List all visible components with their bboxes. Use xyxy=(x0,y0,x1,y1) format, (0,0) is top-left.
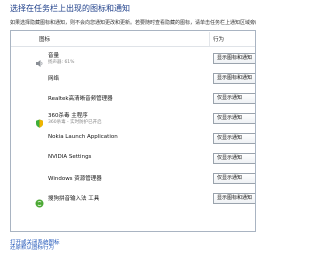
column-header-behavior: 行为 xyxy=(213,37,225,43)
column-header-icon: 图标 xyxy=(39,37,51,43)
row-description: 360杀毒 - 实时防护已开启 xyxy=(48,120,102,125)
behavior-select[interactable]: 仅显示通知 xyxy=(213,133,255,144)
table-row: NVIDIA Settings 仅显示通知 xyxy=(11,148,255,168)
explorer-icon xyxy=(35,173,44,182)
360-shield-icon xyxy=(35,113,44,128)
sogou-icon xyxy=(35,193,44,208)
row-name: 360杀毒 主程序 xyxy=(48,113,88,119)
nokia-icon xyxy=(35,133,44,142)
page-title: 选择在任务栏上出现的图标和通知 xyxy=(10,4,130,13)
select-value: 显示图标和通知 xyxy=(217,195,253,201)
table-row: 360杀毒 主程序 360杀毒 - 实时防护已开启 仅显示通知 xyxy=(11,108,255,128)
behavior-select[interactable]: 仅显示通知 xyxy=(213,113,255,124)
select-value: 仅显示通知 xyxy=(217,95,243,101)
icons-table: 图标 行为 音量 扬声器: 61% 显示图标和通知 网络 显示图标和通知 Rea… xyxy=(10,30,256,232)
behavior-select[interactable]: 仅显示通知 xyxy=(213,153,255,164)
select-value: 仅显示通知 xyxy=(217,115,243,121)
table-row: 网络 显示图标和通知 xyxy=(11,68,255,88)
table-row: 音量 扬声器: 61% 显示图标和通知 xyxy=(11,48,255,68)
behavior-select[interactable]: 显示图标和通知 xyxy=(213,73,255,84)
behavior-select[interactable]: 仅显示通知 xyxy=(213,93,255,104)
select-value: 仅显示通知 xyxy=(217,155,243,161)
table-rows: 音量 扬声器: 61% 显示图标和通知 网络 显示图标和通知 Realtek高清… xyxy=(11,48,255,208)
row-name: 搜狗拼音输入法 工具 xyxy=(48,196,100,202)
notification-area-icons-page: 选择在任务栏上出现的图标和通知 如果选择隐藏图标和通知，则不会向您通知更改和更新… xyxy=(0,0,256,254)
table-row: Nokia Launch Application 仅显示通知 xyxy=(11,128,255,148)
row-name: 网络 xyxy=(48,76,60,82)
row-name: Nokia Launch Application xyxy=(48,134,118,140)
restore-default-link[interactable]: 还原默认图标行为 xyxy=(10,243,54,251)
realtek-icon xyxy=(35,93,44,102)
select-value: 仅显示通知 xyxy=(217,175,243,181)
row-name: Realtek高清晰音频管理器 xyxy=(48,96,113,102)
column-divider xyxy=(209,32,210,46)
table-row: Windows 资源管理器 仅显示通知 xyxy=(11,168,255,188)
behavior-select[interactable]: 仅显示通知 xyxy=(213,173,255,184)
table-row: 搜狗拼音输入法 工具 显示图标和通知 xyxy=(11,188,255,208)
speaker-icon xyxy=(35,53,44,67)
table-header: 图标 行为 xyxy=(11,31,255,47)
behavior-select[interactable]: 显示图标和通知 xyxy=(213,193,255,204)
nvidia-icon xyxy=(35,153,44,162)
network-icon xyxy=(35,73,44,82)
page-description: 如果选择隐藏图标和通知，则不会向您通知更改和更新。若要随时查看隐藏的图标，请单击… xyxy=(10,20,256,26)
select-value: 显示图标和通知 xyxy=(217,75,253,81)
table-row: Realtek高清晰音频管理器 仅显示通知 xyxy=(11,88,255,108)
row-description: 扬声器: 61% xyxy=(48,60,75,65)
row-name: Windows 资源管理器 xyxy=(48,176,102,182)
select-value: 显示图标和通知 xyxy=(217,55,253,61)
row-name: 音量 xyxy=(48,53,60,59)
row-name: NVIDIA Settings xyxy=(48,154,92,160)
behavior-select[interactable]: 显示图标和通知 xyxy=(213,53,255,64)
select-value: 仅显示通知 xyxy=(217,135,243,141)
